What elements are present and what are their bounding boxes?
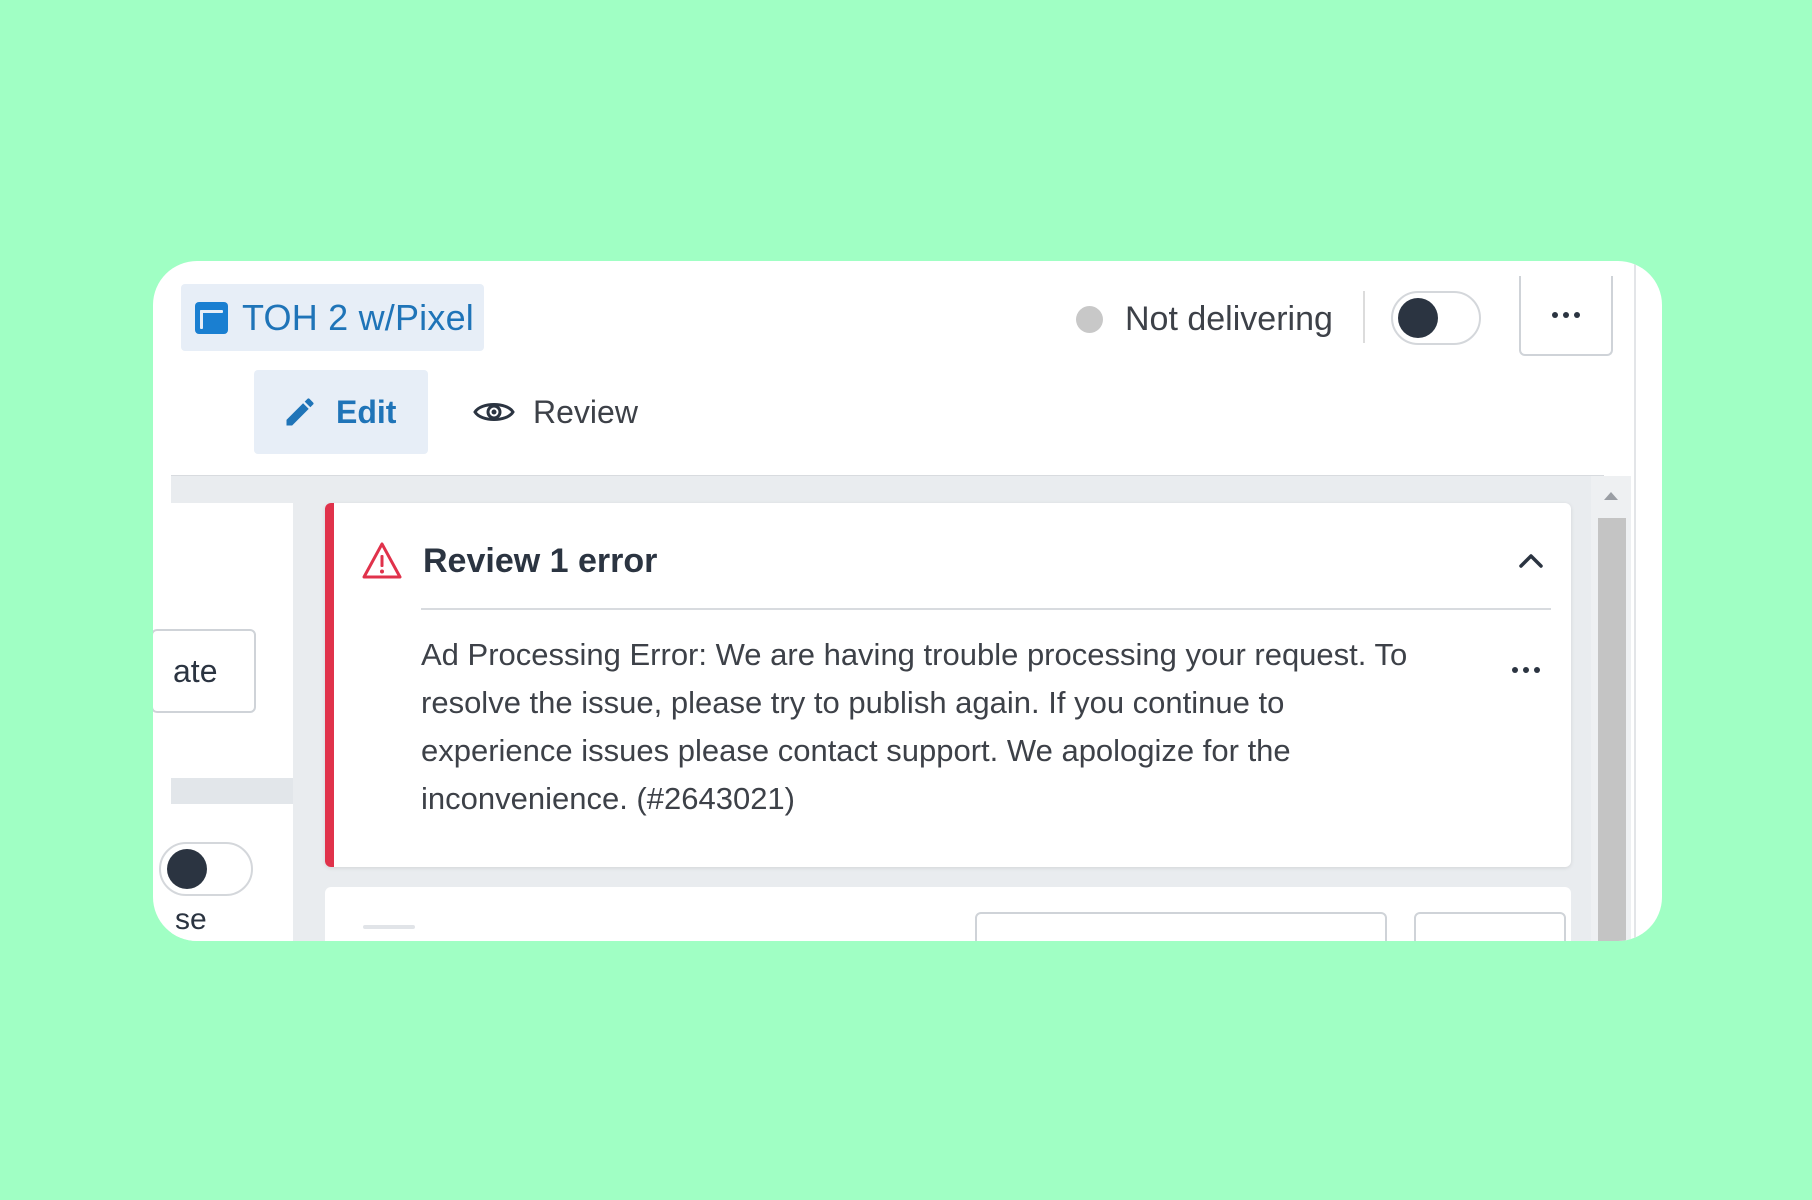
left-settings-panel: ate se <box>153 503 293 941</box>
tab-review-label: Review <box>533 393 638 430</box>
ellipsis-icon <box>1512 667 1540 673</box>
eye-icon <box>473 403 515 421</box>
campaign-title-chip[interactable]: TOH 2 w/Pixel <box>181 284 484 351</box>
status-text: Not delivering <box>1125 299 1333 338</box>
left-panel-button-label: ate <box>173 652 218 689</box>
warning-icon <box>362 542 402 579</box>
scroll-thumb[interactable] <box>1598 518 1626 941</box>
left-panel-toggle-label: se <box>175 903 207 936</box>
status-dot-icon <box>1076 305 1103 333</box>
collapse-button[interactable] <box>1511 541 1551 581</box>
pencil-icon <box>286 398 314 426</box>
more-options-button[interactable] <box>1519 276 1613 356</box>
left-panel-button[interactable]: ate <box>153 629 256 713</box>
vertical-scrollbar[interactable] <box>1591 476 1631 941</box>
toggle-knob <box>167 849 207 889</box>
tab-review[interactable]: Review <box>473 370 638 454</box>
panel-right-border <box>1634 261 1636 941</box>
left-panel-toggle[interactable] <box>159 842 253 896</box>
scroll-up-arrow-icon[interactable] <box>1604 492 1618 500</box>
next-section-card <box>325 887 1571 941</box>
tab-edit-label: Edit <box>336 393 397 430</box>
delivery-toggle[interactable] <box>1391 291 1481 345</box>
campaign-title: TOH 2 w/Pixel <box>242 296 474 338</box>
error-header-divider <box>421 608 1551 610</box>
error-accent-stripe <box>325 503 334 867</box>
ad-icon <box>195 301 228 334</box>
error-message: Ad Processing Error: We are having troub… <box>421 637 1408 816</box>
section-button[interactable] <box>1414 912 1566 941</box>
left-panel-separator <box>171 778 293 804</box>
error-review-panel: Review 1 error Ad Processing Error: We a… <box>325 503 1571 867</box>
editor-content-area: ate se Review 1 error Ad Processing Erro… <box>153 475 1631 941</box>
section-icon <box>363 925 415 929</box>
error-more-button[interactable] <box>1501 655 1551 685</box>
error-panel-header[interactable]: Review 1 error <box>361 531 1551 591</box>
tab-edit[interactable]: Edit <box>254 370 428 454</box>
error-panel-title: Review 1 error <box>423 541 658 580</box>
chevron-up-icon <box>1519 554 1543 568</box>
delivery-status: Not delivering <box>1076 294 1333 344</box>
section-dropdown[interactable] <box>975 912 1387 941</box>
header-divider <box>1363 291 1365 343</box>
toggle-knob <box>1398 298 1438 338</box>
ad-editor-card: TOH 2 w/Pixel Not delivering Edit Review <box>153 261 1662 941</box>
ellipsis-icon <box>1552 312 1580 318</box>
